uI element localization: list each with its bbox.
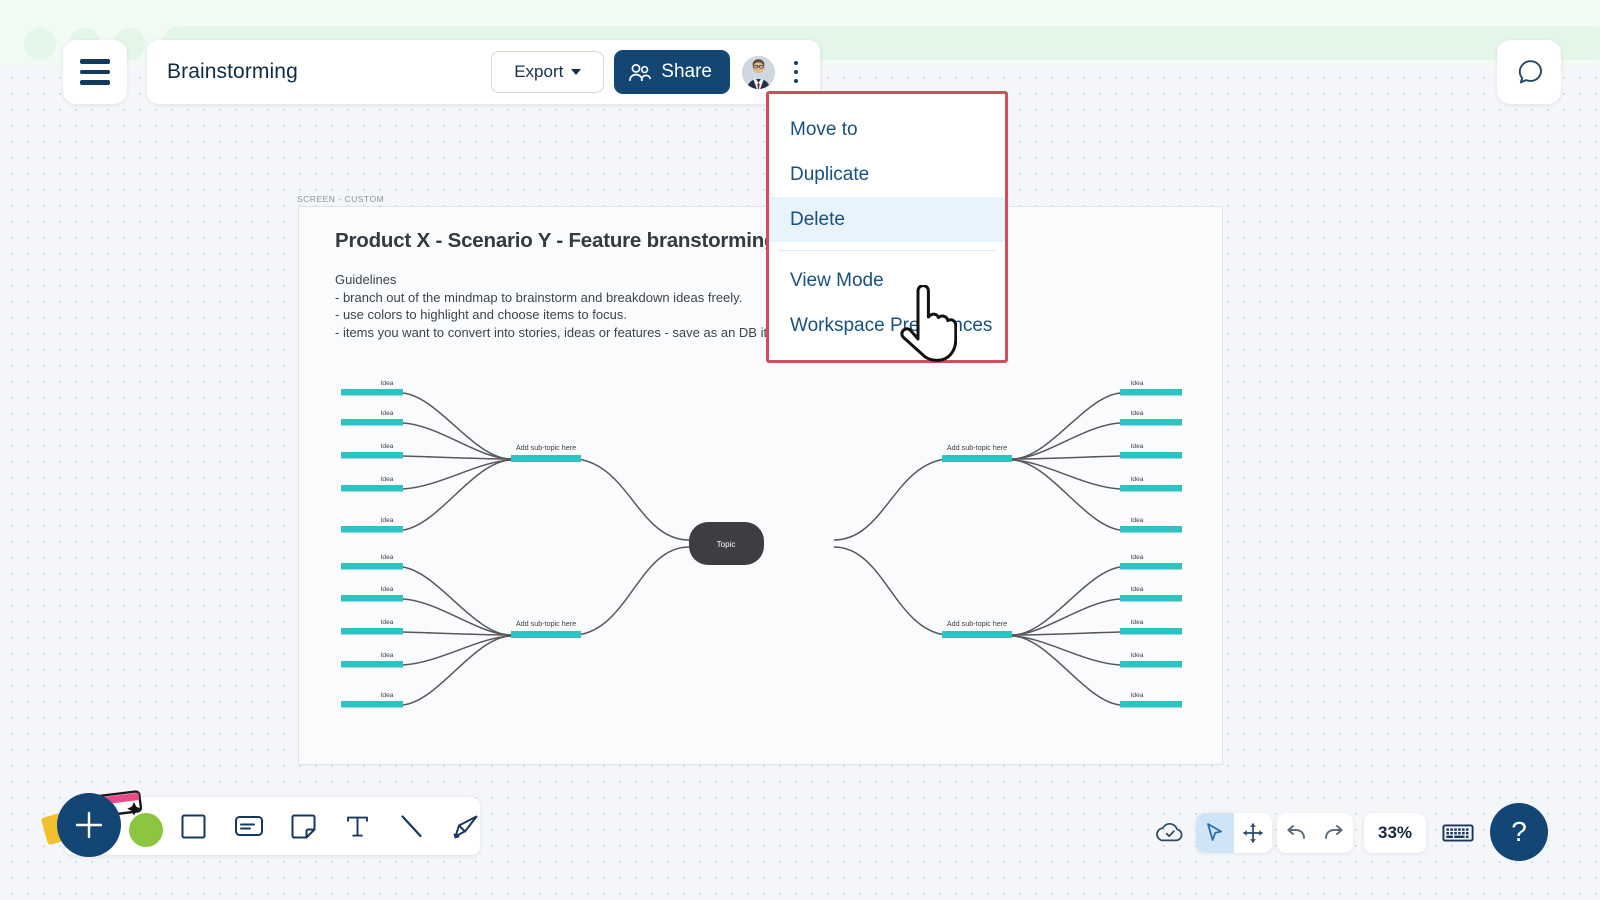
more-vertical-icon-dot bbox=[793, 69, 799, 75]
keyboard-icon bbox=[1442, 824, 1474, 842]
share-button[interactable]: Share bbox=[614, 50, 730, 94]
leaf-label: Idea bbox=[381, 380, 394, 387]
menu-item-move-to[interactable]: Move to bbox=[769, 107, 1005, 152]
move-arrows-icon bbox=[1243, 823, 1263, 843]
leaf-label: Idea bbox=[381, 554, 394, 561]
leaf-label: Idea bbox=[1131, 517, 1144, 524]
menu-item-label: Delete bbox=[790, 208, 845, 230]
highlighter-icon[interactable] bbox=[451, 809, 480, 843]
pointer-tools-group bbox=[1196, 813, 1272, 853]
export-button-label: Export bbox=[514, 62, 564, 81]
menu-item-label: View Mode bbox=[790, 269, 884, 291]
zoom-level-label: 33% bbox=[1377, 823, 1413, 842]
add-element-button[interactable] bbox=[57, 793, 121, 857]
app-root: Brainstorming Export Share SCREEN - CUST… bbox=[0, 0, 1600, 900]
leaf-label: Idea bbox=[1131, 410, 1144, 417]
redo-arrow-icon bbox=[1325, 825, 1343, 839]
menu-item-label: Move to bbox=[790, 118, 858, 140]
help-button[interactable]: ? bbox=[1490, 803, 1548, 861]
leaf-label: Idea bbox=[1131, 443, 1144, 450]
main-menu-button[interactable] bbox=[63, 40, 127, 104]
menu-item-view-mode[interactable]: View Mode bbox=[769, 258, 1005, 303]
menu-item-workspace-preferences[interactable]: Workspace Preferences bbox=[769, 303, 1005, 348]
select-tool-button[interactable] bbox=[1196, 813, 1234, 853]
branch-label: Add sub-topic here bbox=[947, 443, 1007, 452]
export-button[interactable]: Export bbox=[491, 51, 605, 93]
leaf-label: Idea bbox=[381, 692, 394, 699]
leaf-label: Idea bbox=[1131, 554, 1144, 561]
comment-bubble-icon bbox=[1518, 59, 1542, 83]
plus-icon bbox=[75, 811, 103, 839]
branch-label: Add sub-topic here bbox=[947, 619, 1007, 628]
leaf-label: Idea bbox=[1131, 380, 1144, 387]
pan-tool-button[interactable] bbox=[1234, 813, 1272, 853]
comments-button[interactable] bbox=[1497, 40, 1561, 104]
leaf-label: Idea bbox=[381, 652, 394, 659]
line-icon[interactable] bbox=[397, 809, 425, 843]
green-circle-deco bbox=[129, 813, 163, 847]
mindmap-frame[interactable]: Product X - Scenario Y - Feature bransto… bbox=[298, 206, 1223, 765]
document-toolbar: Brainstorming Export Share bbox=[147, 40, 820, 104]
leaf-label: Idea bbox=[381, 619, 394, 626]
keyboard-shortcuts-button[interactable] bbox=[1435, 813, 1481, 853]
undo-button[interactable] bbox=[1277, 813, 1315, 853]
users-icon bbox=[629, 63, 652, 81]
page-title[interactable]: Brainstorming bbox=[167, 60, 491, 84]
hamburger-icon-bar bbox=[80, 80, 110, 85]
leaf-label: Idea bbox=[1131, 619, 1144, 626]
sticky-note-icon[interactable] bbox=[290, 809, 318, 843]
leaf-label: Idea bbox=[381, 443, 394, 450]
hamburger-icon-bar bbox=[80, 69, 110, 75]
leaf-label: Idea bbox=[381, 517, 394, 524]
menu-item-duplicate[interactable]: Duplicate bbox=[769, 152, 1005, 197]
card-icon[interactable] bbox=[234, 809, 264, 843]
leaf-label: Idea bbox=[381, 476, 394, 483]
undo-arrow-icon bbox=[1287, 825, 1305, 839]
cursor-arrow-icon bbox=[1207, 823, 1222, 841]
menu-item-label: Duplicate bbox=[790, 163, 870, 185]
leaf-label: Idea bbox=[381, 410, 394, 417]
redo-button[interactable] bbox=[1315, 813, 1353, 853]
history-group bbox=[1277, 813, 1353, 853]
menu-item-label: Workspace Preferences bbox=[790, 314, 993, 336]
help-button-label: ? bbox=[1511, 816, 1527, 847]
share-button-label: Share bbox=[661, 61, 712, 82]
menu-divider bbox=[778, 250, 996, 251]
cloud-check-icon bbox=[1156, 822, 1183, 842]
avatar[interactable] bbox=[742, 55, 775, 89]
leaf-label: Idea bbox=[381, 586, 394, 593]
more-vertical-icon-dot bbox=[793, 78, 799, 83]
leaf-label: Idea bbox=[1131, 692, 1144, 699]
mindmap-graphic: Add sub-topic here Add sub-topic here Ad… bbox=[341, 380, 1182, 708]
save-status-button[interactable] bbox=[1148, 813, 1192, 853]
browser-dot-close bbox=[24, 28, 56, 60]
more-options-button[interactable] bbox=[784, 52, 808, 92]
mindmap-center-label: Topic bbox=[717, 540, 736, 549]
context-dropdown-menu: Move to Duplicate Delete View Mode Works… bbox=[766, 91, 1008, 363]
frame-label: SCREEN - CUSTOM bbox=[297, 194, 385, 204]
leaf-label: Idea bbox=[1131, 586, 1144, 593]
branch-label: Add sub-topic here bbox=[516, 443, 576, 452]
leaf-label: Idea bbox=[1131, 652, 1144, 659]
chevron-down-icon bbox=[571, 69, 582, 75]
more-vertical-icon-dot bbox=[793, 61, 799, 66]
menu-item-delete[interactable]: Delete bbox=[769, 197, 1005, 242]
branch-label: Add sub-topic here bbox=[516, 619, 576, 628]
hamburger-icon-bar bbox=[80, 59, 110, 64]
leaf-label: Idea bbox=[1131, 476, 1144, 483]
text-icon[interactable] bbox=[344, 809, 372, 843]
user-avatar-icon bbox=[742, 55, 775, 89]
zoom-level-button[interactable]: 33% bbox=[1364, 813, 1426, 853]
